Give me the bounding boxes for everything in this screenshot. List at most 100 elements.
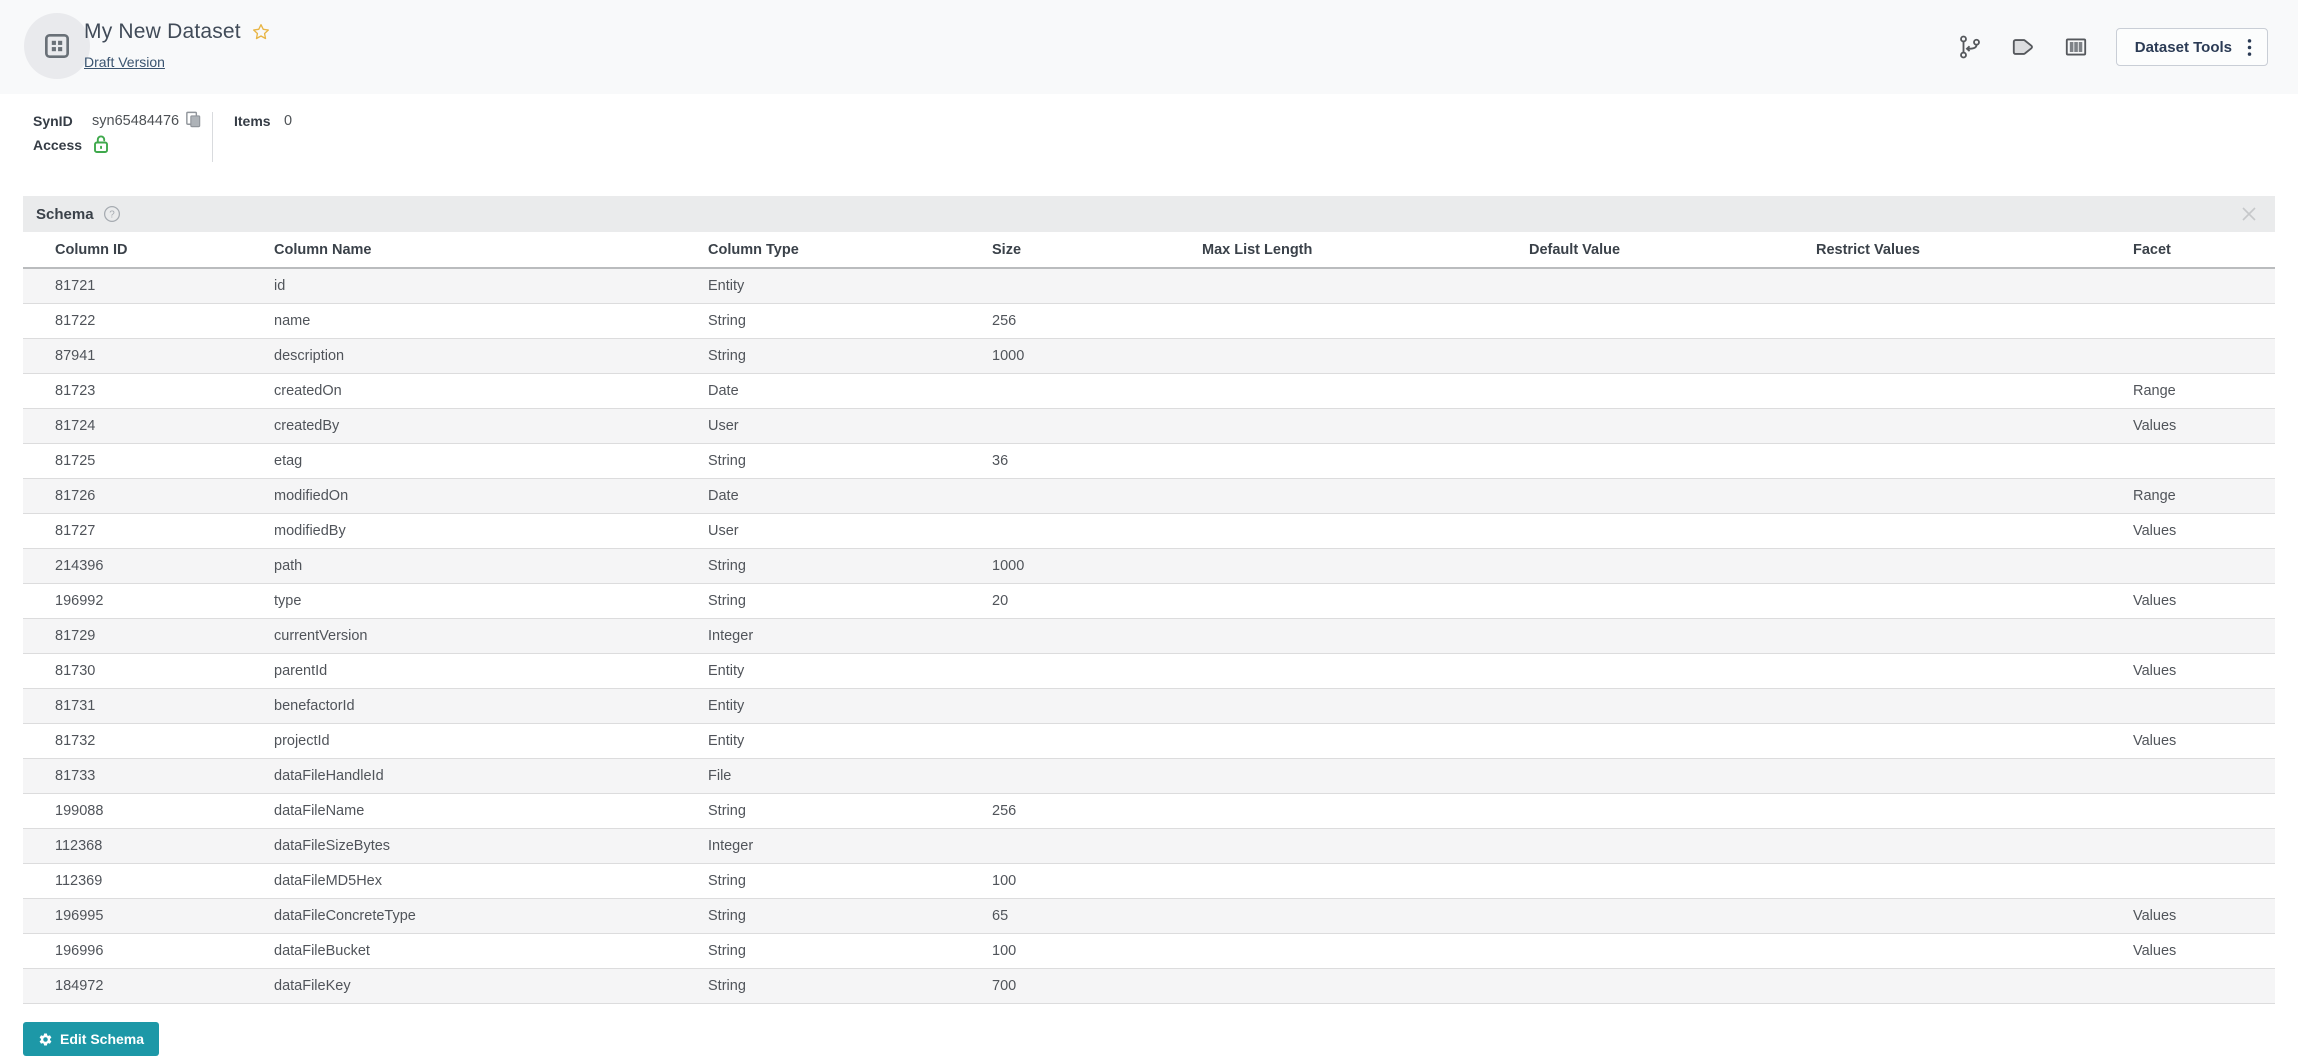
table-cell	[1190, 898, 1517, 933]
column-header: Column ID	[23, 232, 262, 268]
table-cell	[1804, 933, 2121, 968]
table-cell	[1517, 898, 1804, 933]
table-cell: Integer	[696, 828, 980, 863]
table-cell	[1517, 863, 1804, 898]
svg-text:?: ?	[109, 210, 115, 221]
table-cell: 112368	[23, 828, 262, 863]
kebab-menu-icon	[2247, 38, 2252, 57]
table-cell	[1804, 373, 2121, 408]
gear-icon	[38, 1032, 53, 1047]
table-row: 81721idEntity	[23, 268, 2275, 303]
star-icon[interactable]	[251, 22, 271, 42]
column-header: Restrict Values	[1804, 232, 2121, 268]
table-cell	[1517, 268, 1804, 303]
table-cell	[1804, 653, 2121, 688]
edit-schema-label: Edit Schema	[60, 1031, 144, 1047]
columns-icon[interactable]	[2063, 34, 2089, 60]
column-header: Column Type	[696, 232, 980, 268]
table-row: 214396pathString1000	[23, 548, 2275, 583]
table-cell	[1804, 513, 2121, 548]
help-icon[interactable]: ?	[103, 205, 121, 223]
table-cell: currentVersion	[262, 618, 696, 653]
table-cell: 81725	[23, 443, 262, 478]
table-cell: parentId	[262, 653, 696, 688]
dataset-tools-button[interactable]: Dataset Tools	[2116, 28, 2268, 66]
table-cell: String	[696, 863, 980, 898]
table-cell: String	[696, 968, 980, 1003]
table-cell: 20	[980, 583, 1190, 618]
table-cell	[2121, 443, 2275, 478]
close-icon[interactable]	[2239, 204, 2259, 224]
tag-icon[interactable]	[2010, 34, 2036, 60]
table-cell	[980, 478, 1190, 513]
table-cell: 196995	[23, 898, 262, 933]
unlocked-padlock-icon[interactable]	[92, 134, 110, 154]
table-cell	[1804, 583, 2121, 618]
meta-divider	[212, 112, 213, 162]
table-row: 184972dataFileKeyString700	[23, 968, 2275, 1003]
table-cell: Range	[2121, 478, 2275, 513]
table-cell: 65	[980, 898, 1190, 933]
table-cell	[980, 408, 1190, 443]
table-cell: path	[262, 548, 696, 583]
copy-icon[interactable]	[184, 110, 203, 129]
table-cell	[1517, 688, 1804, 723]
table-cell: String	[696, 793, 980, 828]
table-cell	[1190, 373, 1517, 408]
table-cell: Integer	[696, 618, 980, 653]
table-cell	[980, 688, 1190, 723]
table-cell: 36	[980, 443, 1190, 478]
edit-schema-button[interactable]: Edit Schema	[23, 1022, 159, 1056]
table-cell: dataFileName	[262, 793, 696, 828]
table-cell	[1804, 548, 2121, 583]
table-cell	[1804, 618, 2121, 653]
table-cell	[2121, 828, 2275, 863]
table-cell: 1000	[980, 338, 1190, 373]
table-cell: 81730	[23, 653, 262, 688]
table-cell: 81722	[23, 303, 262, 338]
synid-value: syn65484476	[92, 113, 179, 129]
table-cell: Values	[2121, 933, 2275, 968]
table-cell	[1517, 618, 1804, 653]
table-cell: Values	[2121, 723, 2275, 758]
table-cell	[1190, 303, 1517, 338]
table-cell: 100	[980, 863, 1190, 898]
table-cell	[2121, 303, 2275, 338]
table-cell: String	[696, 443, 980, 478]
table-row: 81733dataFileHandleIdFile	[23, 758, 2275, 793]
column-header: Column Name	[262, 232, 696, 268]
table-cell: Values	[2121, 408, 2275, 443]
table-cell: createdOn	[262, 373, 696, 408]
table-cell: 81731	[23, 688, 262, 723]
table-cell	[1190, 723, 1517, 758]
table-cell	[980, 758, 1190, 793]
version-history-icon[interactable]	[1957, 34, 1983, 60]
table-cell	[1517, 408, 1804, 443]
table-cell: String	[696, 303, 980, 338]
table-cell: Values	[2121, 583, 2275, 618]
table-cell: Entity	[696, 688, 980, 723]
dataset-tools-label: Dataset Tools	[2135, 39, 2232, 56]
table-cell	[1804, 478, 2121, 513]
table-cell: 81724	[23, 408, 262, 443]
table-cell: Values	[2121, 513, 2275, 548]
table-cell: String	[696, 583, 980, 618]
table-cell: File	[696, 758, 980, 793]
table-cell	[1804, 338, 2121, 373]
table-cell: String	[696, 898, 980, 933]
table-cell	[1190, 478, 1517, 513]
table-cell	[980, 618, 1190, 653]
table-cell: Values	[2121, 898, 2275, 933]
table-cell	[2121, 863, 2275, 898]
table-cell	[1804, 793, 2121, 828]
table-row: 81725etagString36	[23, 443, 2275, 478]
table-cell	[2121, 548, 2275, 583]
table-cell	[2121, 758, 2275, 793]
table-cell: 81727	[23, 513, 262, 548]
table-cell	[1190, 863, 1517, 898]
items-label: Items	[234, 113, 271, 129]
draft-version-link[interactable]: Draft Version	[84, 54, 165, 70]
table-cell	[1804, 723, 2121, 758]
table-row: 81723createdOnDateRange	[23, 373, 2275, 408]
table-cell: 112369	[23, 863, 262, 898]
